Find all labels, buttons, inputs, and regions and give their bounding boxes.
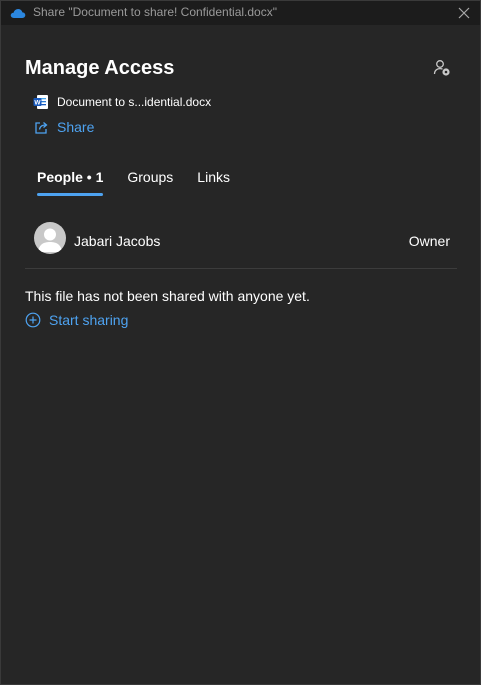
list-item[interactable]: Jabari Jacobs Owner	[25, 217, 457, 269]
file-name: Document to s...idential.docx	[57, 95, 212, 109]
word-document-icon: W	[33, 94, 49, 110]
share-dialog-window: Share "Document to share! Confidential.d…	[0, 0, 481, 685]
access-tabs: People • 1 Groups Links	[25, 159, 242, 199]
file-info: W Document to s...idential.docx	[33, 94, 211, 110]
add-circle-icon	[25, 312, 41, 328]
page-title: Manage Access	[25, 57, 175, 79]
share-label: Share	[57, 119, 95, 135]
title-bar: Share "Document to share! Confidential.d…	[1, 1, 480, 25]
share-button[interactable]: Share	[34, 119, 94, 135]
start-sharing-label: Start sharing	[49, 312, 129, 328]
window-title: Share "Document to share! Confidential.d…	[33, 5, 277, 19]
empty-state-message: This file has not been shared with anyon…	[25, 288, 310, 304]
tab-people[interactable]: People • 1	[25, 159, 115, 196]
tab-groups[interactable]: Groups	[115, 159, 185, 195]
onedrive-cloud-icon	[10, 6, 26, 18]
advanced-settings-icon[interactable]	[432, 58, 452, 78]
start-sharing-button[interactable]: Start sharing	[25, 312, 128, 328]
svg-text:W: W	[34, 100, 41, 107]
person-name: Jabari Jacobs	[74, 233, 161, 249]
share-icon	[34, 120, 49, 135]
tab-links[interactable]: Links	[185, 159, 242, 195]
close-icon[interactable]	[456, 5, 472, 21]
avatar	[34, 222, 66, 254]
person-role: Owner	[408, 233, 450, 249]
